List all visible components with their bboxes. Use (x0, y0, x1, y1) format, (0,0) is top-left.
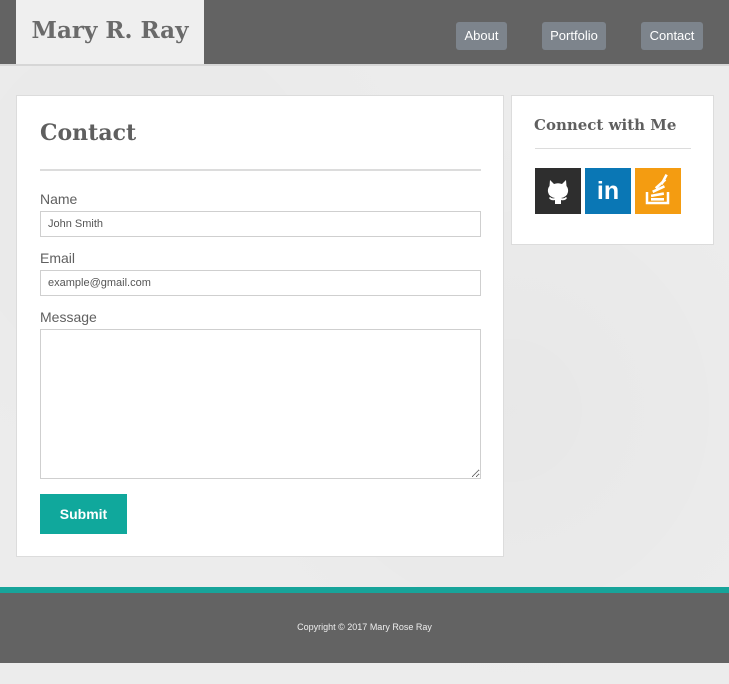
linkedin-link[interactable]: in (585, 168, 631, 214)
site-footer: Copyright © 2017 Mary Rose Ray (0, 593, 729, 663)
message-label: Message (40, 309, 97, 325)
connect-card: Connect with Me in (511, 95, 714, 245)
nav-about[interactable]: About (456, 22, 507, 50)
email-field[interactable] (40, 270, 481, 296)
nav-contact[interactable]: Contact (641, 22, 703, 50)
nav-portfolio[interactable]: Portfolio (542, 22, 606, 50)
linkedin-icon: in (596, 176, 620, 205)
page-title: Contact (40, 120, 137, 146)
contact-card: Contact Name Email Message Submit (16, 95, 504, 557)
name-label: Name (40, 191, 78, 207)
brand-logo[interactable]: Mary R. Ray (16, 0, 204, 64)
email-label: Email (40, 250, 76, 266)
stackoverflow-icon (645, 174, 670, 205)
message-textarea[interactable] (40, 329, 481, 479)
site-header: Mary R. Ray About Portfolio Contact (0, 0, 729, 66)
name-field[interactable] (40, 211, 481, 237)
copyright-text: Copyright © 2017 Mary Rose Ray (297, 622, 432, 632)
connect-title: Connect with Me (534, 116, 677, 134)
title-divider (40, 169, 481, 171)
github-icon (547, 180, 569, 204)
stackoverflow-link[interactable] (635, 168, 681, 214)
submit-button[interactable]: Submit (40, 494, 127, 534)
github-link[interactable] (535, 168, 581, 214)
connect-divider (535, 148, 691, 149)
